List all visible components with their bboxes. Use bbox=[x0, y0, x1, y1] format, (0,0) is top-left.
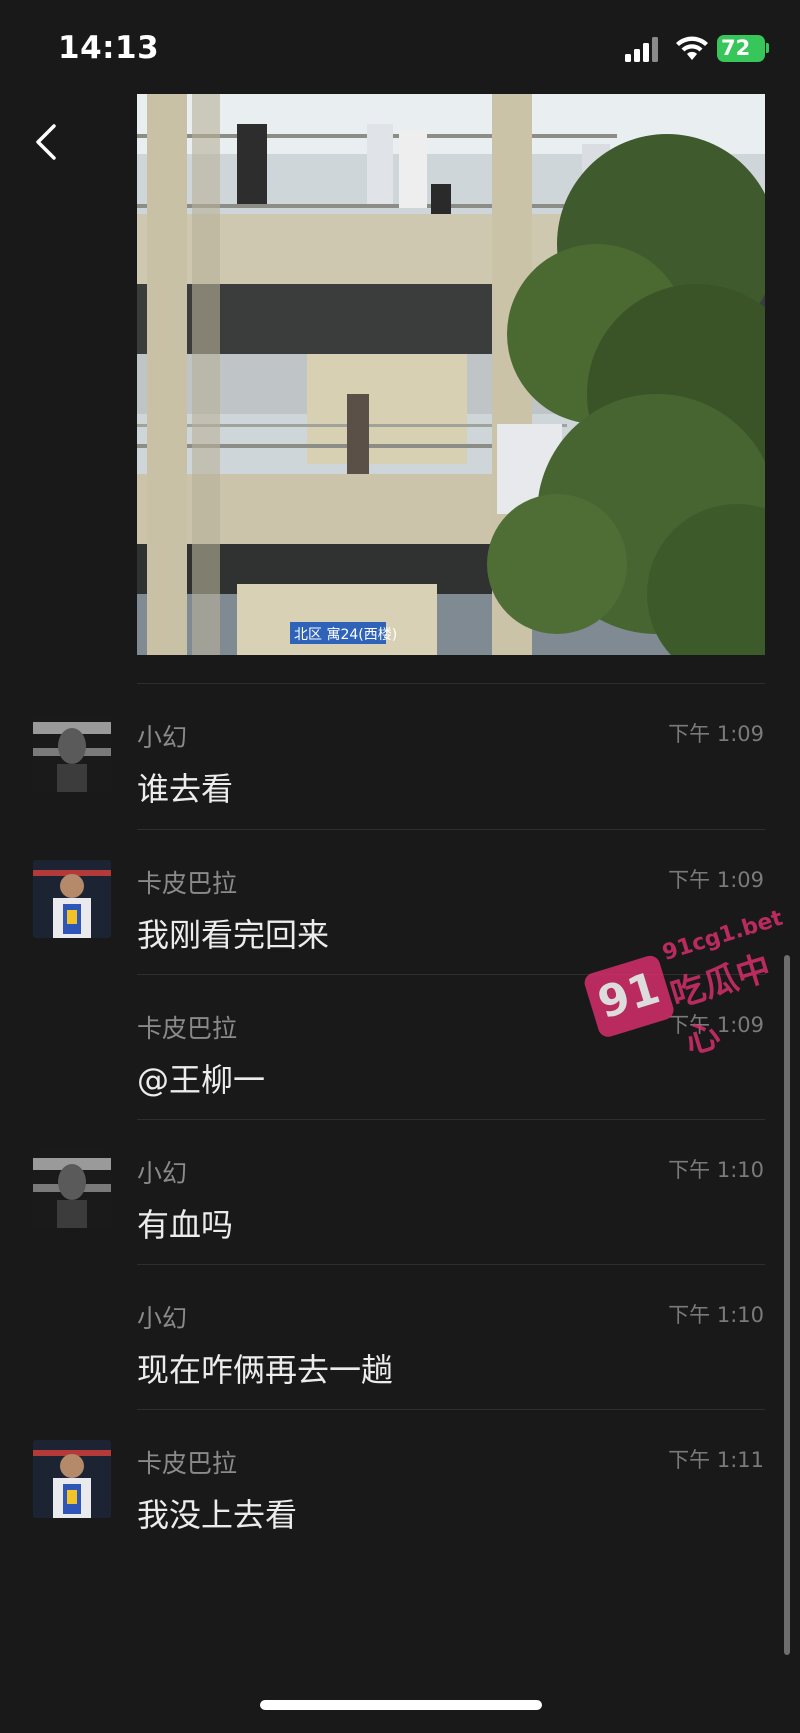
message-time: 下午 1:09 bbox=[668, 722, 764, 746]
message-time: 下午 1:10 bbox=[668, 1158, 764, 1182]
back-button[interactable] bbox=[28, 118, 68, 166]
status-bar: 14:13 72 bbox=[0, 0, 800, 96]
message-time: 下午 1:10 bbox=[668, 1303, 764, 1327]
scrollbar[interactable] bbox=[784, 955, 790, 1655]
message-text: @王柳一 bbox=[137, 1061, 266, 1099]
battery-tip bbox=[766, 43, 769, 53]
message-text: 我刚看完回来 bbox=[137, 916, 330, 954]
signal-icon bbox=[625, 36, 665, 62]
wifi-icon bbox=[676, 36, 708, 60]
message-item[interactable]: 小幻 下午 1:10 有血吗 bbox=[0, 1128, 800, 1268]
message-item[interactable]: 卡皮巴拉 下午 1:11 我没上去看 bbox=[0, 1418, 800, 1558]
avatar[interactable] bbox=[33, 1440, 111, 1518]
message-text: 谁去看 bbox=[137, 770, 234, 808]
sender-name: 小幻 bbox=[137, 723, 188, 752]
divider bbox=[137, 1119, 765, 1120]
divider bbox=[137, 829, 765, 830]
divider bbox=[137, 683, 765, 684]
avatar[interactable] bbox=[33, 860, 111, 938]
avatar[interactable] bbox=[33, 714, 111, 792]
sender-name: 卡皮巴拉 bbox=[137, 1449, 238, 1478]
building-photo: 北区 寓24(西楼) bbox=[137, 94, 765, 655]
message-text: 现在咋俩再去一趟 bbox=[137, 1351, 394, 1389]
message-text: 我没上去看 bbox=[137, 1496, 298, 1534]
sender-name: 卡皮巴拉 bbox=[137, 869, 238, 898]
message-time: 下午 1:11 bbox=[668, 1448, 764, 1472]
photo-message[interactable]: 北区 寓24(西楼) bbox=[137, 94, 765, 655]
chevron-left-icon bbox=[36, 124, 56, 160]
sender-name: 小幻 bbox=[137, 1304, 188, 1333]
divider bbox=[137, 1409, 765, 1410]
sender-name: 小幻 bbox=[137, 1159, 188, 1188]
home-indicator[interactable] bbox=[260, 1700, 542, 1710]
divider bbox=[137, 1264, 765, 1265]
message-text: 有血吗 bbox=[137, 1206, 234, 1244]
battery-icon: 72 bbox=[717, 35, 765, 62]
sender-name: 卡皮巴拉 bbox=[137, 1014, 238, 1043]
message-item[interactable]: 小幻 下午 1:10 现在咋俩再去一趟 bbox=[0, 1273, 800, 1413]
status-time: 14:13 bbox=[58, 30, 160, 66]
photo-sign: 北区 寓24(西楼) bbox=[294, 626, 397, 643]
message-item[interactable]: 小幻 下午 1:09 谁去看 bbox=[0, 692, 800, 832]
avatar[interactable] bbox=[33, 1150, 111, 1228]
watermark-badge: 91 bbox=[582, 953, 677, 1040]
